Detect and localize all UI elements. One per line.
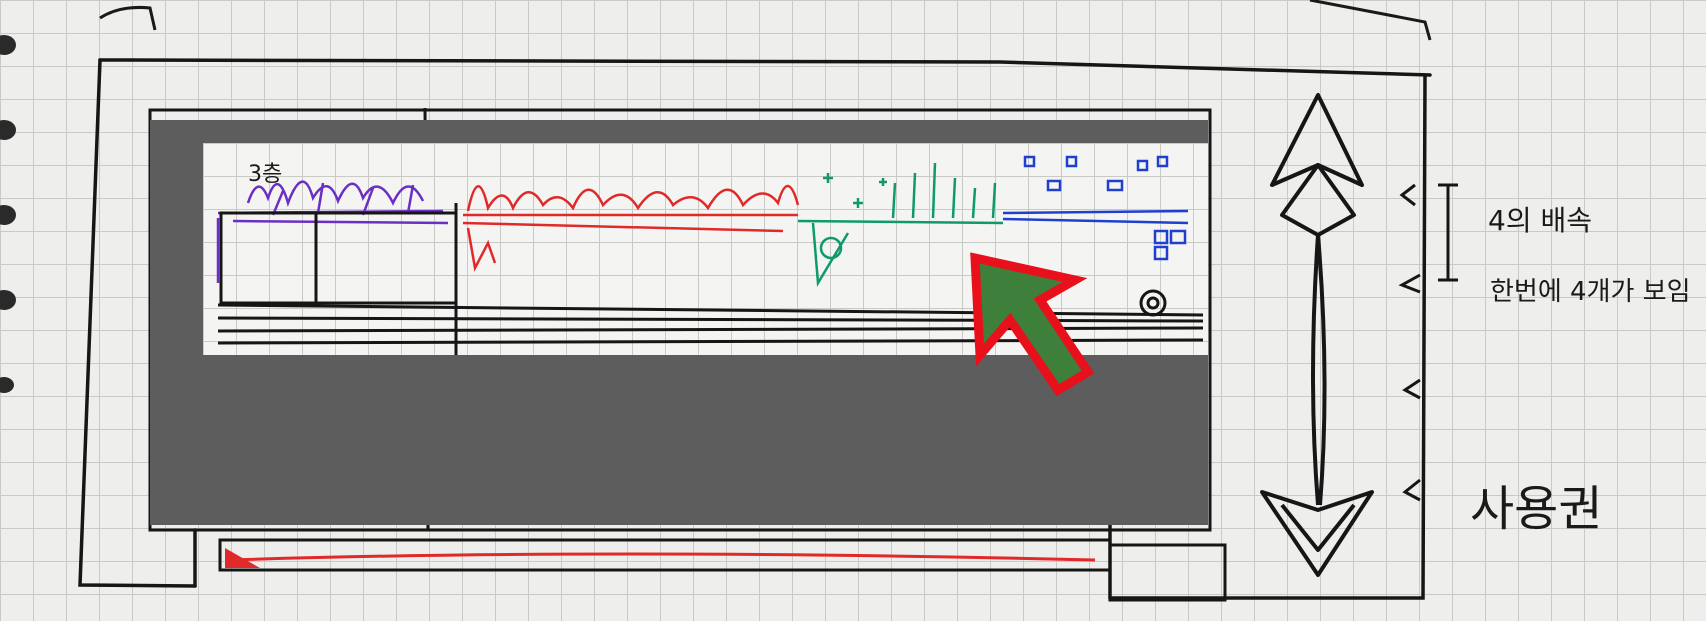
- side-note-line1: 4의 배속: [1488, 204, 1592, 237]
- bottom-note: 사용권: [1470, 481, 1602, 537]
- highlight-sketch: 3층: [216, 155, 1204, 355]
- top-sketch-stroke: [99, 6, 157, 31]
- zone-red: [462, 184, 800, 272]
- platform-structure: [217, 203, 1204, 355]
- highlight-region: 3층: [203, 143, 1208, 355]
- top-right-sketch-stroke: [1309, 0, 1432, 41]
- notebook-binding: [0, 35, 16, 393]
- bottom-gauge: [218, 538, 1227, 602]
- zone-blue: [1002, 155, 1189, 261]
- zone-green: [797, 162, 1004, 287]
- side-note-line2: 한번에 4개가 보임: [1490, 277, 1691, 307]
- tick-marks: [1398, 183, 1458, 502]
- vertical-scroll-arrow: [1260, 93, 1374, 577]
- zone-purple: [216, 180, 449, 283]
